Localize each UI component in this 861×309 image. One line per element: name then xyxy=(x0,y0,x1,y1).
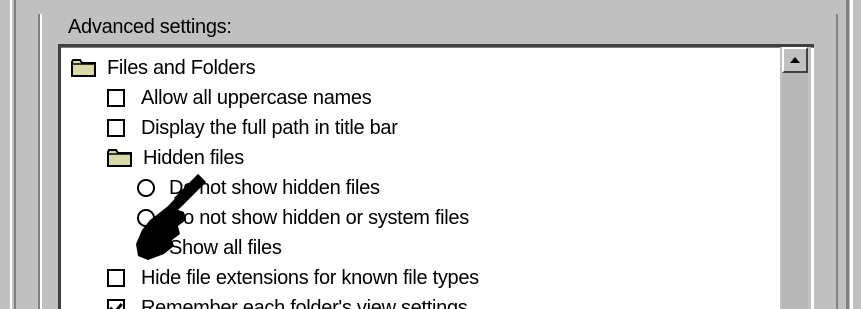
radio-do-not-show-hidden-files[interactable]: Do not show hidden files xyxy=(137,173,380,203)
checkbox-remember-folder-view[interactable]: Remember each folder's view settings xyxy=(107,293,468,309)
scroll-up-arrow-icon xyxy=(790,57,800,63)
radio-show-all-files[interactable]: Show all files xyxy=(137,233,282,263)
checkbox-display-full-path[interactable]: Display the full path in title bar xyxy=(107,113,398,143)
checkbox-box[interactable] xyxy=(107,269,125,287)
checkbox-box[interactable] xyxy=(107,299,125,309)
tree-item-label: Do not show hidden or system files xyxy=(169,207,469,229)
folder-icon xyxy=(71,58,97,78)
tree-item-label: Display the full path in title bar xyxy=(141,117,398,139)
scroll-up-button[interactable] xyxy=(782,47,808,73)
window-edge-highlight xyxy=(10,0,12,309)
tree-folder-hidden-files[interactable]: Hidden files xyxy=(107,143,244,173)
window-edge-shadow xyxy=(14,0,16,309)
checkbox-allow-uppercase-names[interactable]: Allow all uppercase names xyxy=(107,83,372,113)
advanced-settings-tree[interactable]: Files and Folders Allow all uppercase na… xyxy=(58,44,814,309)
tree-item-label: Show all files xyxy=(169,237,282,259)
tree-item-label: Hidden files xyxy=(143,147,244,169)
scroll-track[interactable] xyxy=(782,73,808,309)
tree-folder-files-and-folders[interactable]: Files and Folders xyxy=(71,53,256,83)
checkbox-box[interactable] xyxy=(107,119,125,137)
tree-item-label: Hide file extensions for known file type… xyxy=(141,267,479,289)
radio-button[interactable] xyxy=(137,179,155,197)
folder-icon xyxy=(107,148,133,168)
tree-item-label: Allow all uppercase names xyxy=(141,87,372,109)
radio-button[interactable] xyxy=(137,209,155,227)
tree-item-label: Remember each folder's view settings xyxy=(141,297,468,309)
window-edge-right-highlight xyxy=(850,0,853,309)
radio-do-not-show-hidden-or-system-files[interactable]: Do not show hidden or system files xyxy=(137,203,469,233)
checkbox-hide-file-extensions[interactable]: Hide file extensions for known file type… xyxy=(107,263,479,293)
advanced-settings-label: Advanced settings: xyxy=(68,16,232,38)
checkbox-box[interactable] xyxy=(107,89,125,107)
tree-item-label: Files and Folders xyxy=(107,57,256,79)
window-edge-right-shadow xyxy=(846,0,849,309)
vertical-scrollbar[interactable] xyxy=(780,47,811,309)
radio-button[interactable] xyxy=(137,239,155,257)
tree-item-label: Do not show hidden files xyxy=(169,177,380,199)
